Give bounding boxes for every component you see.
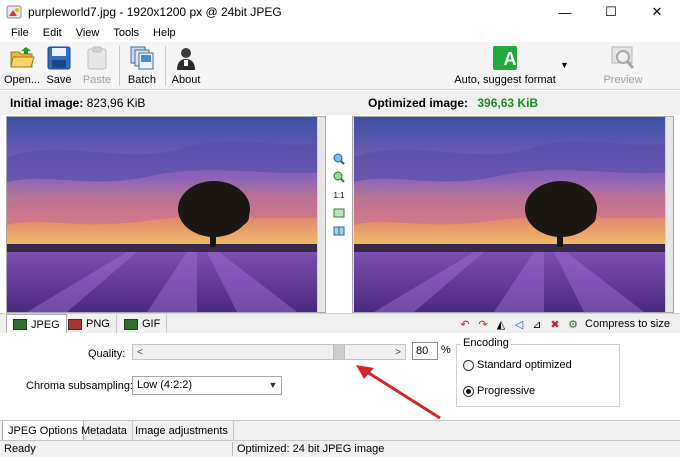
menu-bar: File Edit View Tools Help [0,24,680,42]
person-icon [177,48,195,70]
batch-icon [130,46,154,70]
jpeg-chip-icon [13,319,27,330]
fit-to-window-icon[interactable] [332,206,346,220]
toolbar-separator [165,46,166,86]
encoding-title: Encoding [461,337,511,349]
close-button[interactable]: ✕ [634,0,680,24]
batch-label: Batch [127,74,157,86]
slider-left-arrow-icon[interactable]: < [133,345,147,359]
batch-button[interactable]: Batch [126,44,158,88]
menu-edit[interactable]: Edit [36,27,69,39]
status-divider [232,442,233,456]
image-labels: Initial image: 823,96 KiB Optimized imag… [0,91,680,115]
zoom-actual-size[interactable]: 1:1 [332,188,346,202]
folder-open-icon [10,47,35,68]
menu-file[interactable]: File [4,27,36,39]
annotation-arrow [356,365,441,420]
tab-metadata[interactable]: Metadata [76,421,133,441]
open-button[interactable]: Open... [4,44,40,88]
crop-icon[interactable]: ⊿ [529,316,545,332]
initial-image-size: 823,96 KiB [86,96,146,110]
compress-to-size-button[interactable]: Compress to size [585,318,670,330]
vertical-scrollbar[interactable] [665,117,673,312]
compare-view-icon[interactable] [332,224,346,238]
toolbar: Open... Save Paste Batch About Auto, sug… [0,42,680,90]
toolbar-separator [119,46,120,86]
format-a-letter: A [503,49,517,69]
optimized-image-label: Optimized image: 396,63 KiB [368,96,539,110]
radio-circle-selected [463,385,474,397]
image-tools: ↶ ↷ ◭ ◁ ⊿ ✖ ⚙ Compress to size [455,316,670,332]
standard-optimized-label: Standard optimized [477,359,572,371]
percent-label: % [441,344,451,356]
tab-gif-label: GIF [142,318,161,330]
gear-icon[interactable]: ⚙ [565,316,581,332]
tab-gif[interactable]: GIF [118,314,168,334]
radio-circle [463,359,474,371]
save-button[interactable]: Save [44,44,74,88]
magnifier-preview-icon [611,46,635,69]
auto-format-label: Auto, suggest format [454,74,556,86]
menu-view[interactable]: View [69,27,107,39]
initial-image-label: Initial image: 823,96 KiB [10,96,146,110]
initial-image-pane[interactable] [6,116,326,313]
status-bar: Ready Optimized: 24 bit JPEG image [0,440,680,457]
quality-input[interactable]: 80 [412,342,438,360]
landscape-image [7,117,325,312]
landscape-image-optimized [354,117,672,312]
zoom-toolbar: 1:1 [328,150,350,240]
about-label: About [171,74,201,86]
format-tab-bar: JPEG PNG GIF ↶ ↷ ◭ ◁ ⊿ ✖ ⚙ Compress to s… [0,313,680,334]
optimized-image-pane[interactable] [352,116,674,313]
chroma-selected-value: Low (4:2:2) [137,379,193,391]
vertical-scrollbar[interactable] [317,117,325,312]
open-label: Open... [3,74,41,86]
gif-chip-icon [124,318,138,330]
tab-jpeg[interactable]: JPEG [6,314,67,334]
optimized-image-size: 396,63 KiB [477,96,539,110]
status-ready: Ready [4,443,36,455]
encoding-group: Encoding Standard optimized Progressive [456,337,620,407]
progressive-radio[interactable]: Progressive [463,385,535,397]
clipboard-icon [87,46,107,70]
tab-png[interactable]: PNG [62,314,117,334]
quality-slider-thumb[interactable] [333,345,345,359]
quality-slider[interactable]: < > [132,344,406,360]
tab-image-adjustments[interactable]: Image adjustments [130,421,234,441]
zoom-out-icon[interactable] [332,170,346,184]
window-title: purpleworld7.jpg - 1920x1200 px @ 24bit … [28,5,282,19]
chroma-label: Chroma subsampling: [26,380,133,392]
chevron-down-icon[interactable]: ▼ [265,377,281,394]
chroma-subsampling-select[interactable]: Low (4:2:2) ▼ [132,376,282,395]
tab-jpeg-options[interactable]: JPEG Options [2,421,84,441]
slider-right-arrow-icon[interactable]: > [391,345,405,359]
maximize-button[interactable]: ☐ [588,0,634,24]
standard-optimized-radio[interactable]: Standard optimized [463,359,572,371]
png-chip-icon [68,318,82,330]
rotate-left-icon[interactable]: ↶ [457,316,473,332]
flip-horizontal-icon[interactable]: ◭ [493,316,509,332]
zoom-in-icon[interactable] [332,152,346,166]
floppy-disk-icon [47,46,71,70]
app-icon [6,5,22,19]
bottom-tab-bar: JPEG Options Metadata Image adjustments [0,420,680,441]
preview-label: Preview [603,74,643,86]
flip-vertical-icon[interactable]: ◁ [511,316,527,332]
paste-label: Paste [82,74,112,86]
menu-tools[interactable]: Tools [106,27,146,39]
save-label: Save [46,74,72,86]
paste-button[interactable]: Paste [82,44,112,88]
rotate-right-icon[interactable]: ↷ [475,316,491,332]
status-optimized: Optimized: 24 bit JPEG image [237,443,385,455]
about-button[interactable]: About [170,44,202,88]
tab-png-label: PNG [86,318,110,330]
tab-jpeg-label: JPEG [31,318,60,331]
quality-label: Quality: [88,348,126,360]
minimize-button[interactable]: — [542,0,588,24]
progressive-label: Progressive [477,385,536,397]
preview-button[interactable]: Preview [600,44,646,88]
chevron-down-icon[interactable]: ▼ [560,60,569,70]
menu-help[interactable]: Help [146,27,183,39]
reset-icon[interactable]: ✖ [547,316,563,332]
